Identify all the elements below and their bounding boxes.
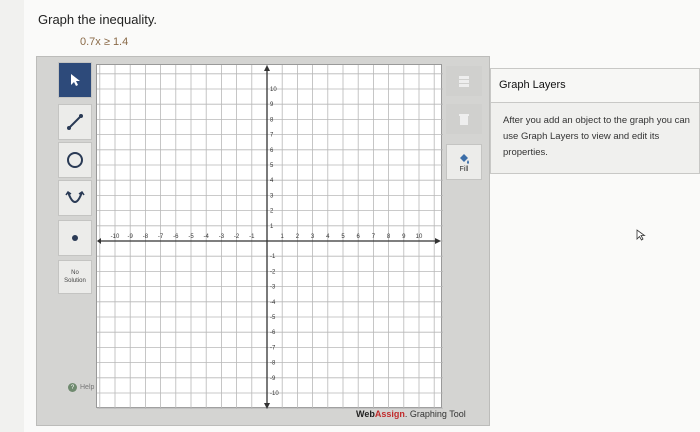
y-tick-label: -6 [270, 330, 276, 336]
line-tool-icon [67, 114, 83, 130]
parabola-tool-icon [65, 190, 85, 203]
point-tool-icon [72, 235, 78, 241]
inequality-expression: 0.7x ≥ 1.4 [80, 36, 129, 48]
y-tick-label: -5 [270, 315, 276, 321]
x-tick-label: -9 [128, 234, 134, 240]
y-tick-label: 10 [270, 87, 277, 93]
x-tick-label: -2 [234, 234, 240, 240]
fill-label: Fill [459, 165, 469, 173]
y-tick-label: -8 [270, 361, 276, 367]
x-axis-arrow-right [435, 238, 441, 244]
x-tick-label: -3 [219, 234, 225, 240]
y-tick-label: -1 [270, 254, 276, 260]
x-tick-label: 5 [341, 234, 345, 240]
y-tick-label: 3 [270, 193, 274, 199]
x-axis-arrow-left [97, 238, 101, 244]
parabola-tool-button[interactable] [58, 180, 92, 216]
line-tool-button[interactable] [58, 104, 92, 140]
x-tick-label: 8 [387, 234, 391, 240]
y-tick-label: 2 [270, 209, 274, 215]
arrow-pointer-icon [71, 74, 80, 86]
x-tick-label: 9 [402, 234, 406, 240]
x-tick-label: -8 [143, 234, 149, 240]
no-solution-button[interactable]: No Solution [58, 260, 92, 294]
y-tick-label: 6 [270, 148, 274, 154]
x-tick-label: 2 [296, 234, 300, 240]
layer-stack-icon [459, 76, 469, 87]
trash-icon [459, 114, 469, 125]
y-axis-arrow-up [264, 65, 270, 71]
brand-web: Web [356, 409, 375, 419]
x-tick-label: 4 [326, 234, 330, 240]
x-tick-label: -1 [249, 234, 255, 240]
y-tick-label: -4 [270, 300, 276, 306]
brand-tail: . Graphing Tool [404, 409, 466, 419]
y-tick-label: -9 [270, 376, 276, 382]
delete-button[interactable] [446, 104, 482, 134]
help-link[interactable]: ? Help [68, 383, 94, 392]
x-tick-label: -5 [188, 234, 194, 240]
pointer-tool-button[interactable] [58, 62, 92, 98]
layer-up-button[interactable] [446, 66, 482, 96]
y-tick-label: -3 [270, 285, 276, 291]
no-solution-label-line2: Solution [64, 278, 86, 284]
circle-tool-button[interactable] [58, 142, 92, 178]
question-prompt: Graph the inequality. [38, 12, 157, 27]
x-tick-label: -6 [173, 234, 179, 240]
graph-layers-description: After you add an object to the graph you… [503, 115, 690, 158]
brand-assign: Assign [374, 409, 405, 419]
graph-layers-title: Graph Layers [491, 69, 699, 103]
x-tick-label: 6 [357, 234, 361, 240]
x-tick-label: 7 [372, 234, 376, 240]
coordinate-grid-svg: -10 -9 -8 -7 -6 -5 -4 -3 -2 -1 1 2 3 4 5 6 7 8 9 10 10 9 8 7 6 5 4… [97, 65, 443, 409]
circle-tool-icon [67, 152, 83, 168]
fill-button[interactable]: Fill [446, 144, 482, 180]
x-tick-label: -7 [158, 234, 164, 240]
y-tick-label: 7 [270, 133, 274, 139]
y-tick-label: -10 [270, 391, 279, 397]
y-tick-label: 1 [270, 224, 274, 230]
webassign-branding: WebAssign. Graphing Tool [356, 409, 466, 419]
y-tick-label: 8 [270, 117, 274, 123]
help-label: Help [80, 384, 95, 391]
y-tick-label: 4 [270, 178, 274, 184]
x-tick-label: -10 [111, 234, 120, 240]
x-tick-label: 1 [281, 234, 285, 240]
coordinate-grid[interactable]: -10 -9 -8 -7 -6 -5 -4 -3 -2 -1 1 2 3 4 5 6 7 8 9 10 10 9 8 7 6 5 4… [96, 64, 443, 409]
y-tick-label: 9 [270, 102, 274, 108]
y-tick-label: 5 [270, 163, 274, 169]
help-icon: ? [68, 383, 77, 392]
point-tool-button[interactable] [58, 220, 92, 256]
mouse-cursor-icon [636, 228, 646, 246]
no-solution-label-line1: No [71, 270, 79, 276]
x-tick-label: -4 [204, 234, 210, 240]
paint-bucket-icon [460, 153, 469, 164]
y-tick-label: -7 [270, 345, 276, 351]
x-tick-label: 10 [416, 234, 423, 240]
graph-layers-panel: Graph Layers After you add an object to … [490, 68, 700, 174]
x-tick-label: 3 [311, 234, 315, 240]
y-tick-label: -2 [270, 269, 276, 275]
